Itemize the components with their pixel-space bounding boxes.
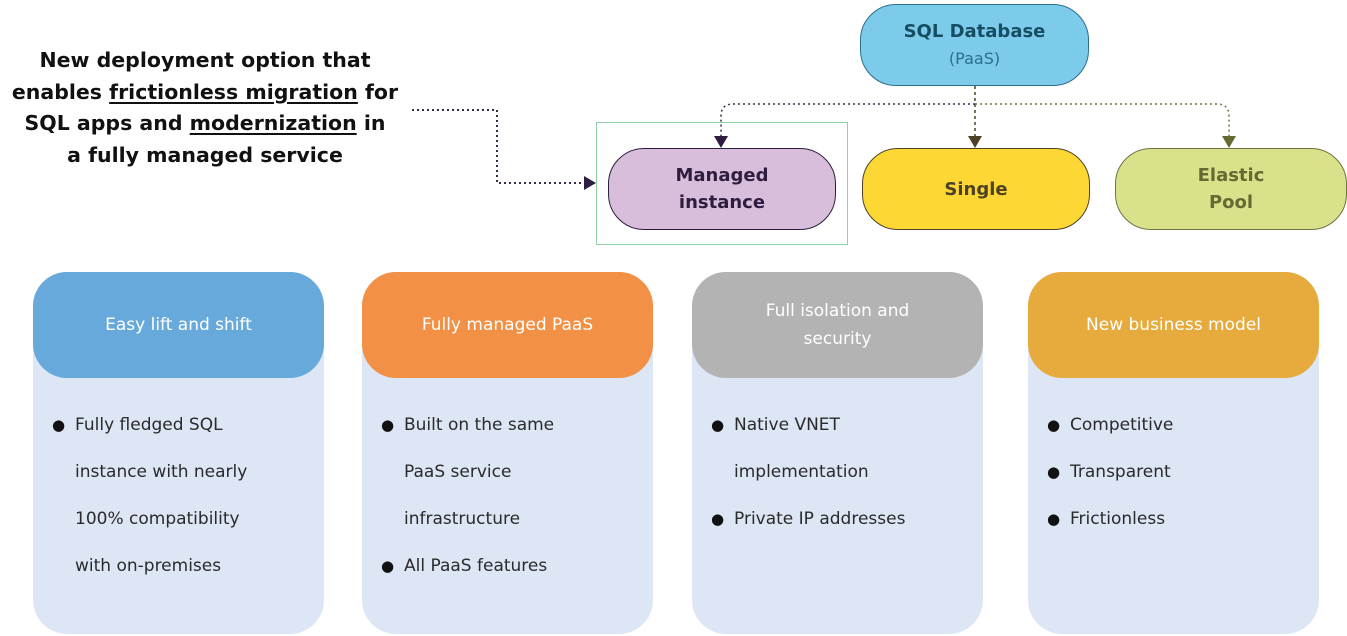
node-label: Elastic bbox=[1197, 165, 1265, 186]
card-bullets: ● Fully fledged SQL instance with nearly … bbox=[33, 402, 247, 590]
bullet-text: Transparent bbox=[1070, 462, 1171, 482]
bullet-line: ● All PaaS features bbox=[381, 543, 554, 590]
single-arrowhead-icon bbox=[968, 136, 982, 148]
bullet-text: Private IP addresses bbox=[734, 509, 906, 529]
callout-arrowhead-icon bbox=[584, 176, 596, 190]
sql-database-node: SQL Database (PaaS) bbox=[860, 4, 1089, 86]
bullet-text: PaaS service bbox=[404, 462, 512, 482]
bullet-text: Competitive bbox=[1070, 415, 1174, 435]
bullet-text: with on-premises bbox=[75, 556, 222, 576]
bullet-icon: ● bbox=[711, 416, 725, 434]
node-label: Managed bbox=[675, 165, 769, 186]
node-label: instance bbox=[678, 192, 766, 213]
bullet-icon: ● bbox=[52, 416, 66, 434]
bullet-icon: ● bbox=[381, 557, 395, 575]
bullet-line: 100% compatibility bbox=[75, 496, 247, 543]
single-node: Single bbox=[862, 148, 1090, 230]
bullet-text: Frictionless bbox=[1070, 509, 1166, 529]
bullet-icon: ● bbox=[711, 510, 725, 528]
bullet-text: Native VNET bbox=[734, 415, 840, 435]
card-bullets: ● Competitive ● Transparent ● Frictionless bbox=[1028, 402, 1173, 543]
bullet-line: ● Competitive bbox=[1047, 402, 1174, 449]
bullet-line: implementation bbox=[734, 449, 905, 496]
bullet-line: infrastructure bbox=[404, 496, 554, 543]
bullet-line: ● Frictionless bbox=[1047, 496, 1173, 543]
sql-database-subtitle: (PaaS) bbox=[948, 49, 1001, 68]
bullet-icon: ● bbox=[1047, 463, 1061, 481]
sql-database-title: SQL Database bbox=[903, 21, 1046, 42]
managed-instance-node: Managed instance bbox=[608, 148, 836, 230]
bullet-line: ● Transparent bbox=[1047, 449, 1173, 496]
feature-card-isolation-security: Full isolation and security ● Native VNET… bbox=[692, 272, 983, 634]
feature-card-managed-paas: Fully managed PaaS ● Built on the same Pa… bbox=[362, 272, 653, 634]
bullet-text: Built on the same bbox=[404, 415, 555, 435]
elastic-pool-node: Elastic Pool bbox=[1115, 148, 1347, 230]
card-title: Easy lift and shift bbox=[105, 315, 252, 335]
bullet-text: Fully fledged SQL bbox=[75, 415, 223, 435]
bullet-text: instance with nearly bbox=[75, 462, 248, 482]
bullet-text: 100% compatibility bbox=[75, 509, 240, 529]
bullet-text: implementation bbox=[734, 462, 869, 482]
bullet-line: ● Built on the same bbox=[381, 402, 555, 449]
bullet-line: ● Fully fledged SQL bbox=[52, 402, 247, 449]
node-label: Pool bbox=[1208, 192, 1254, 213]
bullet-line: ● Native VNET bbox=[711, 402, 905, 449]
bullet-line: PaaS service bbox=[404, 449, 554, 496]
bullet-line: instance with nearly bbox=[75, 449, 247, 496]
card-title: Fully managed PaaS bbox=[421, 315, 594, 335]
feature-card-lift-and-shift: Easy lift and shift ● Fully fledged SQL i… bbox=[33, 272, 324, 634]
bullet-line: ● Private IP addresses bbox=[711, 496, 906, 543]
bullet-icon: ● bbox=[1047, 416, 1061, 434]
card-title: Full isolation and security bbox=[765, 301, 910, 349]
card-bullets: ● Built on the same PaaS service infrastr… bbox=[362, 402, 554, 590]
bullet-icon: ● bbox=[1047, 510, 1061, 528]
card-header: Fully managed PaaS bbox=[362, 272, 653, 378]
card-bullets: ● Native VNET implementation ● Private IP … bbox=[692, 402, 905, 543]
bullet-text: All PaaS features bbox=[404, 556, 548, 576]
card-header: New business model bbox=[1028, 272, 1319, 378]
card-title: New business model bbox=[1086, 315, 1261, 335]
elastic-pool-arrowhead-icon bbox=[1222, 136, 1236, 148]
callout-connector bbox=[412, 109, 584, 184]
bullet-icon: ● bbox=[381, 416, 395, 434]
feature-card-business-model: New business model ● Competitive ● Transpa… bbox=[1028, 272, 1319, 634]
bullet-text: infrastructure bbox=[404, 509, 521, 529]
node-label: Single bbox=[944, 178, 1008, 200]
elastic-pool-connector bbox=[975, 103, 1230, 136]
card-header: Full isolation and security bbox=[692, 272, 983, 378]
bullet-line: with on-premises bbox=[75, 543, 247, 590]
card-header: Easy lift and shift bbox=[33, 272, 324, 378]
